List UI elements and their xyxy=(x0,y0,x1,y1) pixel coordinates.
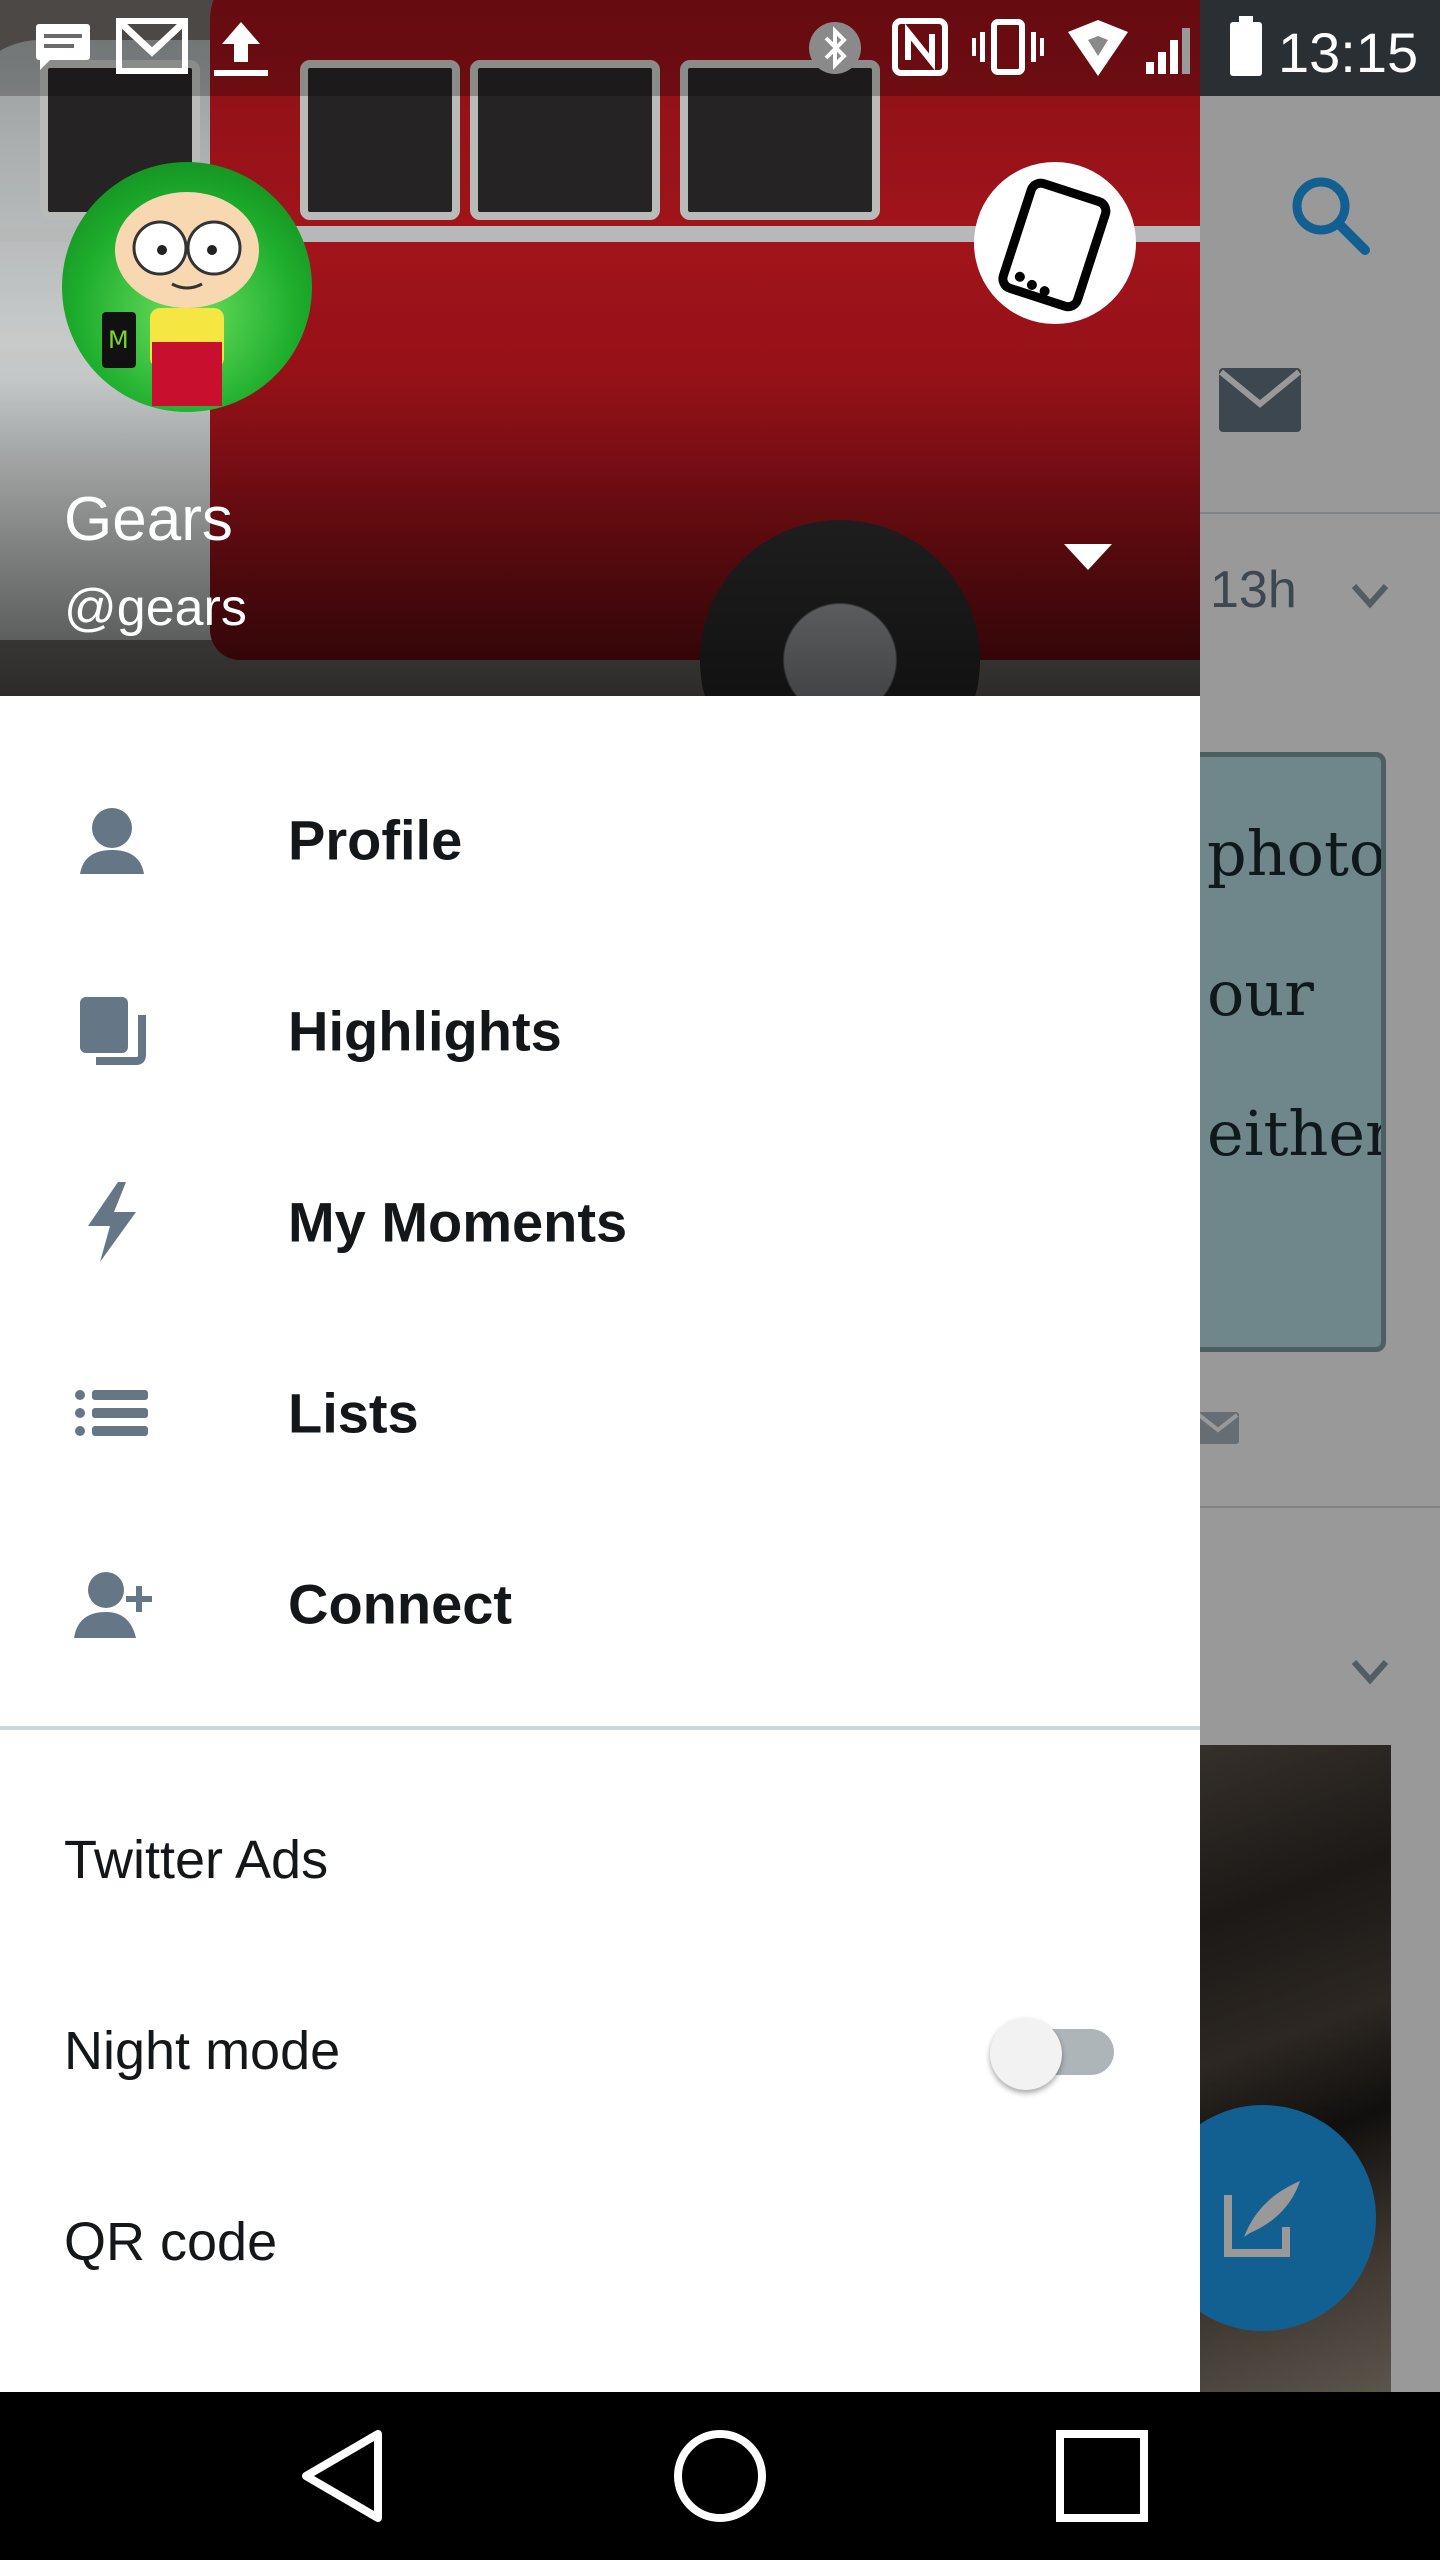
user-display-name[interactable]: Gears xyxy=(64,484,233,555)
menu-divider xyxy=(0,1726,1200,1730)
battery-icon xyxy=(1230,16,1262,76)
menu-item-label: Connect xyxy=(288,1572,512,1635)
menu-item-label: Profile xyxy=(288,808,463,871)
bluetooth-icon xyxy=(809,22,861,74)
menu-item-twitter-ads[interactable]: Twitter Ads xyxy=(0,1764,1200,1955)
list-icon xyxy=(75,1389,148,1436)
account-dropdown-icon[interactable] xyxy=(1062,542,1114,572)
person-icon xyxy=(80,807,144,874)
avatar[interactable]: M xyxy=(62,162,312,412)
navigation-drawer: M Gears @gears Profile Highlights My Mom… xyxy=(0,0,1200,2392)
nfc-icon xyxy=(892,18,948,76)
menu-item-label: Twitter Ads xyxy=(64,1829,329,1890)
vibrate-icon xyxy=(972,19,1044,75)
profile-header: M Gears @gears xyxy=(0,0,1200,696)
status-time: 13:15 xyxy=(1278,21,1419,84)
message-notification-icon xyxy=(36,24,90,70)
signal-icon xyxy=(1146,28,1190,74)
status-bar: 13:15 xyxy=(0,0,1440,96)
menu-item-label: Night mode xyxy=(64,2020,341,2081)
avatar-cartoon-image: M xyxy=(102,192,259,406)
night-mode-toggle[interactable] xyxy=(990,2018,1126,2090)
upload-icon xyxy=(214,22,268,76)
menu-item-highlights[interactable]: Highlights xyxy=(0,935,1200,1126)
add-person-icon xyxy=(74,1571,152,1638)
system-navigation-bar xyxy=(0,2392,1440,2560)
wifi-icon xyxy=(1068,20,1128,76)
home-icon[interactable] xyxy=(670,2426,770,2526)
menu-item-my-moments[interactable]: My Moments xyxy=(0,1126,1200,1317)
menu-item-label: QR code xyxy=(64,2211,278,2272)
back-icon[interactable] xyxy=(294,2426,394,2526)
gmail-icon xyxy=(116,18,188,74)
menu-item-label: My Moments xyxy=(288,1190,628,1253)
toggle-thumb xyxy=(990,2018,1062,2090)
menu-item-label: Highlights xyxy=(288,999,562,1062)
lightning-icon xyxy=(88,1181,136,1262)
menu-item-label: Lists xyxy=(288,1381,419,1444)
menu-item-lists[interactable]: Lists xyxy=(0,1317,1200,1508)
switch-account-button[interactable] xyxy=(974,162,1136,324)
menu-item-connect[interactable]: Connect xyxy=(0,1508,1200,1699)
user-handle[interactable]: @gears xyxy=(64,578,247,638)
recents-icon[interactable] xyxy=(1052,2426,1152,2526)
account-avatar-icon xyxy=(998,178,1111,312)
menu-item-qr-code[interactable]: QR code xyxy=(0,2146,1200,2337)
menu-item-profile[interactable]: Profile xyxy=(0,744,1200,935)
svg-text:M: M xyxy=(108,326,129,354)
highlights-icon xyxy=(80,996,146,1065)
